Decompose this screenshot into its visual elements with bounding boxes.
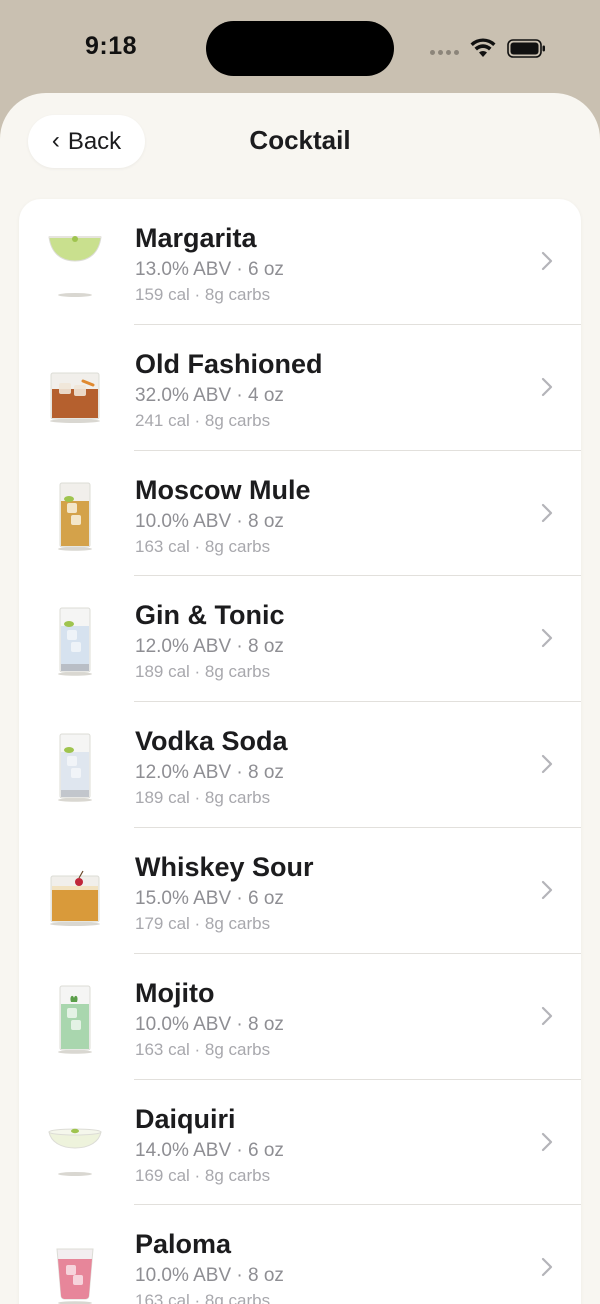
dynamic-island [206,21,394,76]
drink-name: Whiskey Sour [135,851,314,882]
list-item[interactable]: Paloma 10.0% ABV · 8 oz 163 cal · 8g car… [19,1205,581,1304]
highball-glass-icon [58,482,92,551]
drink-abv: 15.0% ABV · 6 oz [135,887,284,909]
drink-name: Moscow Mule [135,474,311,505]
coupe-glass-icon [48,1128,102,1176]
status-time: 9:18 [85,32,138,60]
highball-glass-icon [58,733,92,802]
drink-nutrition: 189 cal · 8g carbs [135,788,271,808]
battery-icon [507,39,545,58]
drink-abv: 10.0% ABV · 8 oz [135,1013,284,1035]
drink-nutrition: 241 cal · 8g carbs [135,410,271,430]
chevron-right-icon [541,503,553,522]
drink-name: Old Fashioned [135,348,323,379]
drink-abv: 32.0% ABV · 4 oz [135,384,284,406]
drink-nutrition: 163 cal · 8g carbs [135,1039,271,1059]
drink-name: Gin & Tonic [135,600,285,631]
cocktail-list: Margarita 13.0% ABV · 6 oz 159 cal · 8g … [19,199,581,1304]
nav-bar: ‹ Back Cocktail [0,93,600,198]
page-title: Cocktail [249,125,351,155]
drink-nutrition: 169 cal · 8g carbs [135,1165,271,1185]
drink-name: Paloma [135,1229,232,1260]
sheet: ‹ Back Cocktail Margarita 13.0% ABV · 6 … [0,93,600,1304]
drink-abv: 12.0% ABV · 8 oz [135,762,284,784]
rocks-glass-icon [50,372,100,423]
rocks-glass-cherry-icon [50,870,100,926]
chevron-right-icon [541,755,553,774]
drink-nutrition: 189 cal · 8g carbs [135,662,271,682]
chevron-right-icon [541,1132,553,1151]
drink-abv: 14.0% ABV · 6 oz [135,1139,284,1161]
margarita-glass-icon [48,236,102,297]
drink-name: Daiquiri [135,1103,236,1134]
chevron-right-icon [541,1006,553,1025]
drink-nutrition: 179 cal · 8g carbs [135,913,271,933]
list-item[interactable]: Margarita 13.0% ABV · 6 oz 159 cal · 8g … [19,199,581,325]
drink-abv: 10.0% ABV · 8 oz [135,1265,284,1287]
drink-nutrition: 159 cal · 8g carbs [135,285,271,304]
chevron-right-icon [541,251,553,271]
cellular-signal-icon [430,50,460,58]
drink-nutrition: 163 cal · 8g carbs [135,536,271,556]
chevron-right-icon [541,629,553,648]
drink-name: Margarita [135,223,257,253]
drink-nutrition: 163 cal · 8g carbs [135,1291,271,1304]
drink-abv: 10.0% ABV · 8 oz [135,510,284,532]
list-item[interactable]: Old Fashioned 32.0% ABV · 4 oz 241 cal ·… [19,325,581,451]
drink-name: Vodka Soda [135,726,288,757]
highball-glass-mint-icon [58,985,92,1054]
list-item[interactable]: Gin & Tonic 12.0% ABV · 8 oz 189 cal · 8… [19,576,581,702]
list-item[interactable]: Vodka Soda 12.0% ABV · 8 oz 189 cal · 8g… [19,702,581,828]
chevron-right-icon [541,1258,553,1277]
chevron-right-icon [541,880,553,900]
drink-name: Mojito [135,977,215,1008]
highball-glass-icon [58,607,92,677]
wifi-icon [470,38,496,57]
list-item[interactable]: Whiskey Sour 15.0% ABV · 6 oz 179 cal · … [19,828,581,954]
status-bar: 9:18 [0,0,600,95]
chevron-right-icon [541,377,553,396]
tumbler-glass-icon [56,1248,94,1304]
drink-abv: 13.0% ABV · 6 oz [135,259,284,280]
list-item[interactable]: Daiquiri 14.0% ABV · 6 oz 169 cal · 8g c… [19,1080,581,1206]
drink-abv: 12.0% ABV · 8 oz [135,636,284,658]
list-item[interactable]: Moscow Mule 10.0% ABV · 8 oz 163 cal · 8… [19,451,581,577]
list-item[interactable]: Mojito 10.0% ABV · 8 oz 163 cal · 8g car… [19,954,581,1080]
